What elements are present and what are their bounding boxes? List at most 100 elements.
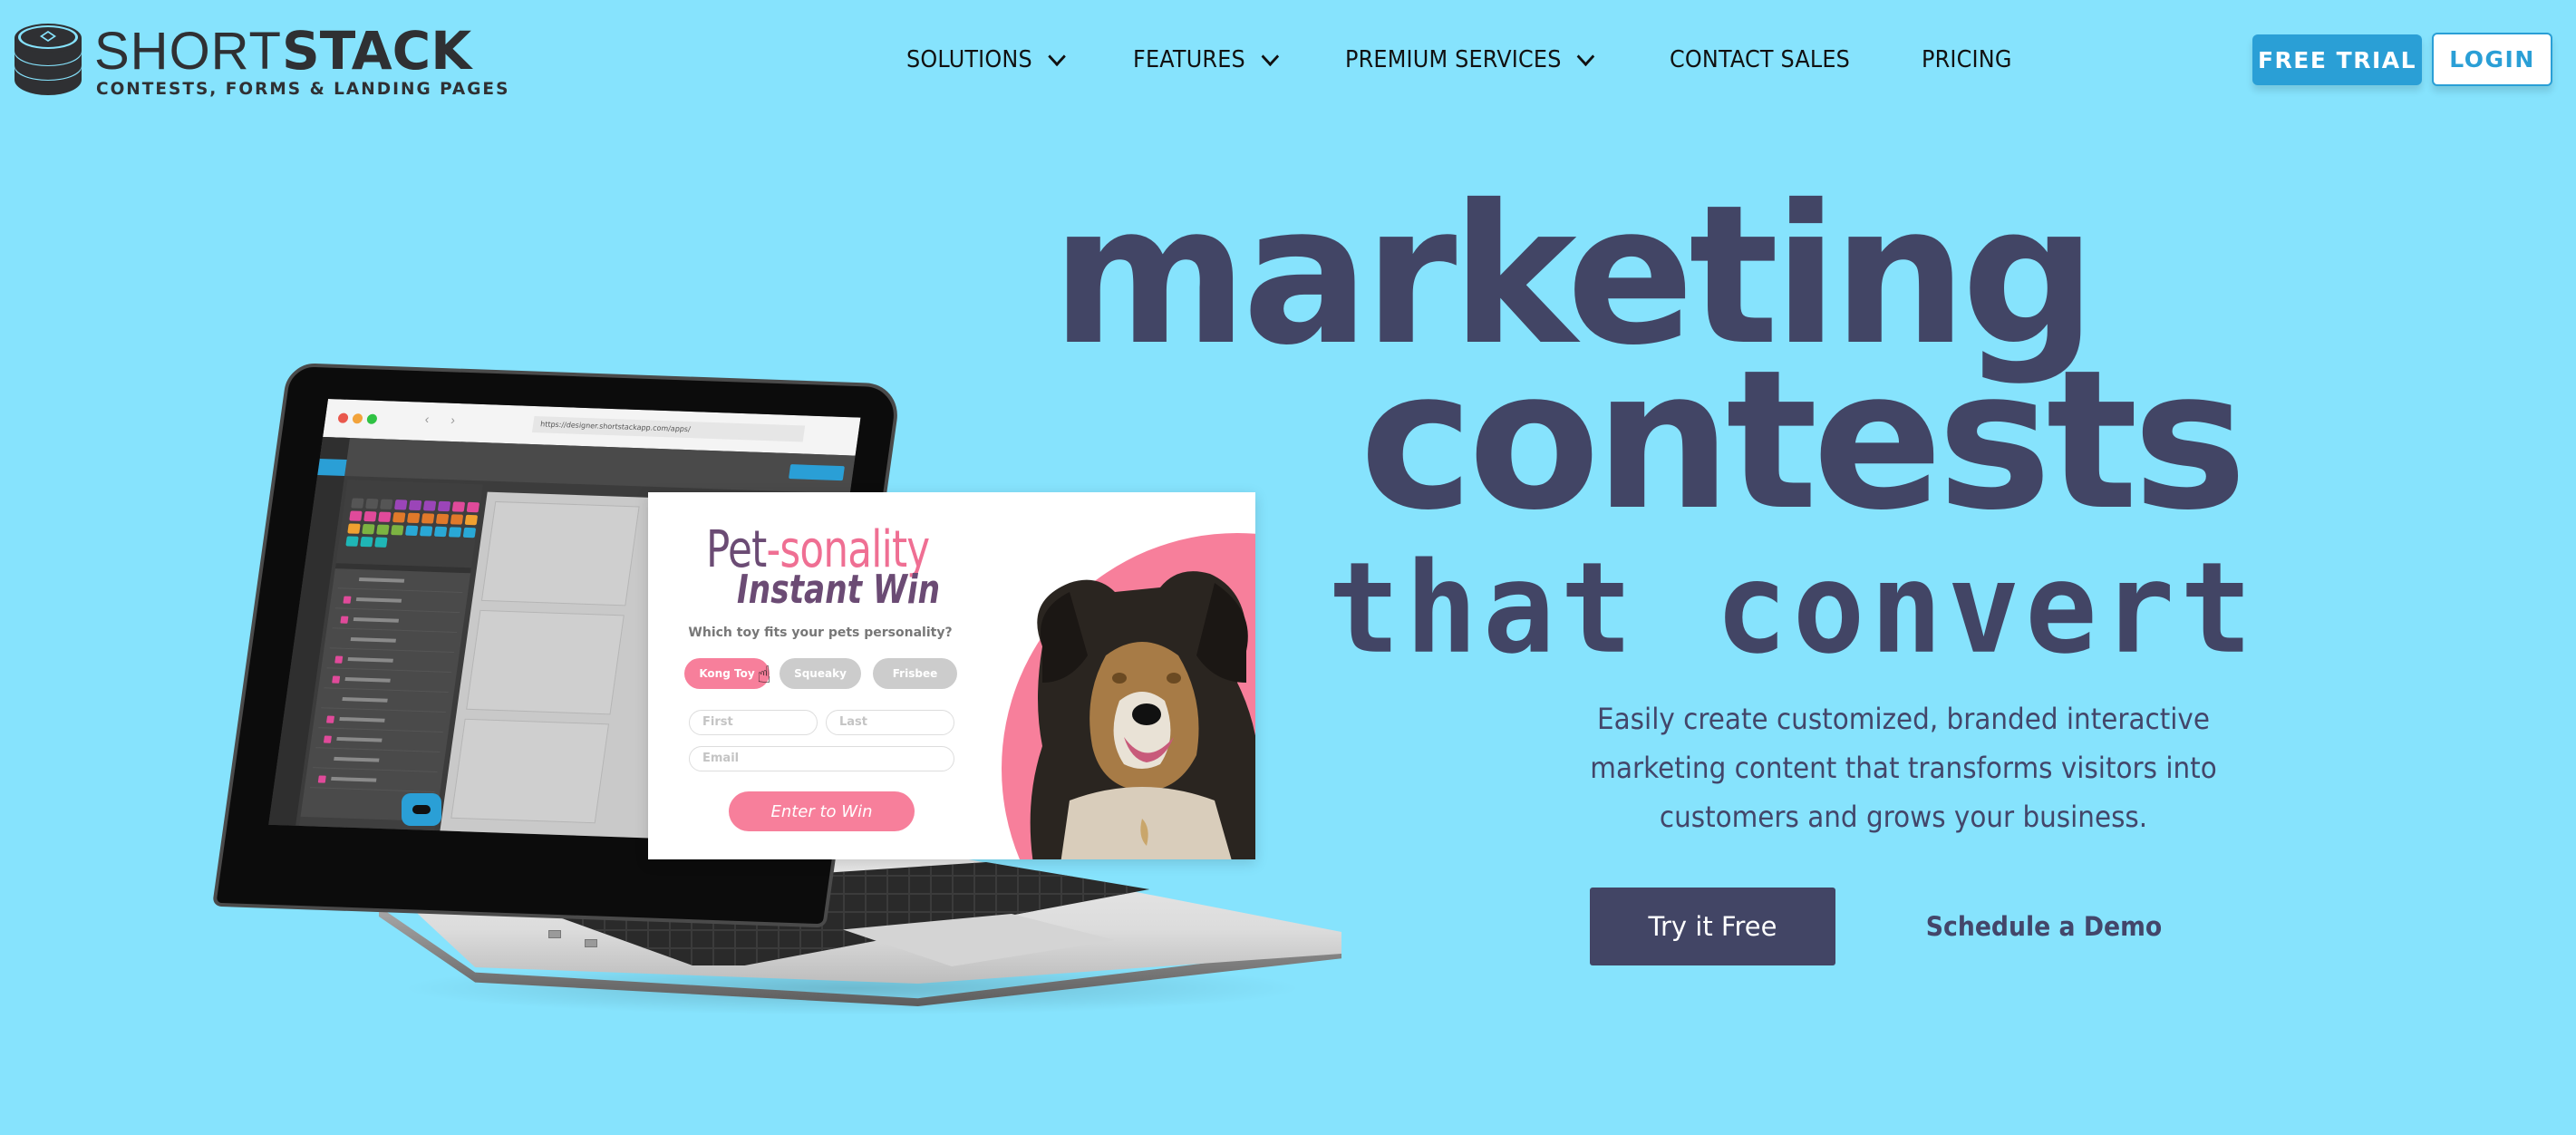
layer-name-placeholder: [344, 676, 391, 683]
chevron-down-icon: [1261, 46, 1279, 66]
layer-name-placeholder: [331, 776, 377, 782]
widget-tile: [392, 512, 406, 523]
layer-name-placeholder: [342, 696, 388, 703]
usb-port: [585, 939, 597, 947]
widget-tile: [406, 512, 421, 524]
layer-type-icon: [332, 675, 341, 684]
widget-tile: [433, 526, 448, 538]
widget-tile: [374, 537, 388, 548]
layer-row: [318, 713, 445, 732]
layer-row: [313, 753, 440, 772]
layer-name-placeholder: [355, 597, 402, 603]
widget-tile: [347, 523, 361, 534]
nav-contact-sales-label: CONTACT SALES: [1669, 46, 1851, 73]
nav-pricing[interactable]: PRICING: [1922, 46, 2012, 73]
contest-preview-card: Pet-sonality Instant Win Which toy fits …: [648, 492, 1255, 859]
widget-tile: [421, 513, 435, 524]
widget-tile: [437, 500, 451, 512]
layer-row: [329, 634, 457, 654]
layer-type-icon: [340, 616, 349, 624]
option-squeaky[interactable]: Squeaky: [780, 658, 861, 689]
widget-tile: [404, 525, 419, 537]
email-field[interactable]: Email: [689, 746, 954, 771]
layer-row: [332, 614, 460, 634]
window-maximize-dot: [366, 413, 378, 424]
logo-word-short: SHORT: [94, 22, 282, 81]
chat-widget-icon: [402, 793, 441, 826]
login-button[interactable]: LOGIN: [2432, 33, 2552, 86]
nav-features[interactable]: FEATURES: [1132, 46, 1279, 73]
hero-headline-line2: contests: [1360, 328, 2247, 552]
option-frisbee[interactable]: Frisbee: [873, 658, 957, 689]
logo-word-stack: STACK: [281, 20, 472, 82]
layer-name-placeholder: [334, 756, 380, 762]
widget-tile: [376, 524, 390, 535]
layer-type-icon: [317, 775, 326, 783]
widget-tile: [393, 500, 408, 510]
hand-pointer-icon: ☝: [757, 661, 771, 688]
widget-tile: [422, 500, 437, 511]
widget-tile: [363, 510, 377, 522]
layer-row: [337, 574, 465, 594]
widget-tile: [451, 501, 466, 512]
usb-port: [548, 930, 561, 938]
site-header: SHORTSTACK CONTESTS, FORMS & LANDING PAG…: [0, 0, 2576, 118]
layer-type-icon: [323, 735, 332, 743]
widget-tile: [391, 525, 404, 536]
layer-row: [324, 674, 450, 694]
dog-photo: [1030, 571, 1255, 859]
layer-name-placeholder: [347, 656, 393, 663]
layer-row: [315, 733, 442, 752]
layer-row: [326, 654, 454, 674]
logo-wordmark: SHORTSTACK: [94, 24, 471, 79]
designer-rail-tab: [317, 458, 347, 476]
widget-tile: [365, 498, 379, 509]
layer-row: [309, 773, 437, 792]
widget-tile: [408, 500, 422, 511]
widget-tile: [345, 536, 359, 547]
free-trial-button[interactable]: FREE TRIAL: [2252, 34, 2422, 85]
hero-description: Easily create customized, branded intera…: [1590, 702, 2217, 834]
card-subtitle: Instant Win: [737, 567, 941, 613]
layer-name-placeholder: [350, 637, 396, 643]
nav-solutions-label: SOLUTIONS: [906, 46, 1032, 73]
nav-solutions[interactable]: SOLUTIONS: [906, 46, 1066, 73]
last-name-field[interactable]: Last: [826, 710, 954, 735]
publish-button: [788, 464, 845, 481]
schedule-demo-link[interactable]: Schedule a Demo: [1914, 897, 2173, 956]
shortstack-logo[interactable]: SHORTSTACK CONTESTS, FORMS & LANDING PAG…: [13, 20, 508, 102]
nav-premium-services-label: PREMIUM SERVICES: [1344, 46, 1562, 73]
window-close-dot: [337, 412, 349, 423]
layer-name-placeholder: [358, 577, 405, 583]
canvas-block: [480, 500, 640, 606]
first-name-field[interactable]: First: [689, 710, 818, 735]
try-it-free-button[interactable]: Try it Free: [1590, 888, 1835, 965]
widget-tile: [351, 498, 364, 509]
window-minimize-dot: [352, 413, 363, 424]
widget-tile: [462, 527, 477, 538]
layer-name-placeholder: [336, 736, 383, 742]
widget-tile: [362, 523, 375, 535]
widget-tile: [380, 499, 393, 509]
enter-to-win-button[interactable]: Enter to Win: [729, 791, 915, 831]
widget-tile: [464, 514, 479, 526]
layer-type-icon: [325, 715, 335, 723]
canvas-block: [450, 718, 610, 824]
layer-name-placeholder: [353, 617, 400, 623]
chevron-down-icon: [1048, 46, 1066, 66]
nav-features-label: FEATURES: [1132, 46, 1245, 73]
widget-grid: [345, 498, 480, 550]
browser-nav-arrows: ‹ ›: [423, 411, 466, 428]
widget-tile: [360, 536, 373, 548]
layer-type-icon: [334, 655, 344, 664]
hero-headline-line3: that convert: [1328, 535, 2258, 683]
widget-tile: [435, 513, 450, 525]
widget-tile: [419, 526, 433, 537]
layer-row: [334, 594, 462, 614]
widget-tile: [450, 514, 464, 525]
nav-contact-sales[interactable]: CONTACT SALES: [1670, 46, 1850, 73]
widget-tile: [448, 527, 462, 538]
chevron-down-icon: [1576, 46, 1595, 66]
nav-pricing-label: PRICING: [1922, 46, 2012, 73]
nav-premium-services[interactable]: PREMIUM SERVICES: [1344, 46, 1595, 73]
